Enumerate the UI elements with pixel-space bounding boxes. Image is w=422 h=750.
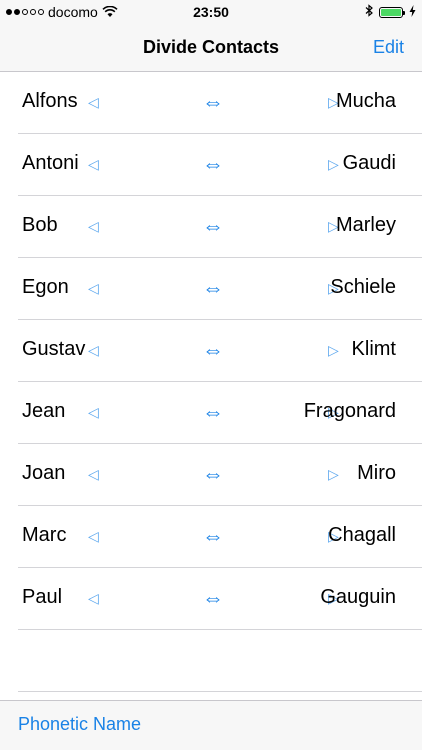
contact-row[interactable]: Bob ◁ ⇔ ▷ Marley <box>18 196 422 258</box>
status-time: 23:50 <box>193 4 229 20</box>
contact-list: Alfons ◁ ⇔ ▷ Mucha Antoni ◁ ⇔ ▷ Gaudi Bob ◁ ⇔ ▷ Marley… <box>0 72 422 692</box>
move-right-arrow-icon[interactable]: ▷ <box>328 342 339 359</box>
contact-row[interactable]: Gustav ◁ ⇔ ▷ Klimt <box>18 320 422 382</box>
status-bar: docomo 23:50 <box>0 0 422 24</box>
battery-fill <box>381 8 401 16</box>
move-left-arrow-icon[interactable]: ◁ <box>88 404 99 421</box>
swap-icon[interactable]: ⇔ <box>202 585 224 611</box>
last-name: Klimt <box>351 338 396 360</box>
bluetooth-icon <box>365 4 373 20</box>
swap-icon[interactable]: ⇔ <box>202 275 224 301</box>
last-name: Marley <box>335 214 396 236</box>
move-left-arrow-icon[interactable]: ◁ <box>88 590 99 607</box>
last-name: Gaudi <box>342 152 396 174</box>
bottom-toolbar: Phonetic Name <box>0 700 422 750</box>
contact-row[interactable]: Paul ◁ ⇔ ▷ Gauguin <box>18 568 422 630</box>
first-name: Antoni <box>22 152 79 174</box>
edit-button[interactable]: Edit <box>373 37 404 58</box>
swap-icon[interactable]: ⇔ <box>202 399 224 425</box>
move-right-arrow-icon[interactable]: ▷ <box>328 466 339 483</box>
first-name: Jean <box>22 400 66 422</box>
contact-row[interactable]: Alfons ◁ ⇔ ▷ Mucha <box>18 72 422 134</box>
charging-icon <box>409 4 416 20</box>
last-name: Miro <box>357 462 396 484</box>
move-left-arrow-icon[interactable]: ◁ <box>88 342 99 359</box>
move-left-arrow-icon[interactable]: ◁ <box>88 280 99 297</box>
swap-icon[interactable]: ⇔ <box>202 89 224 115</box>
navigation-bar: Divide Contacts Edit <box>0 24 422 72</box>
contact-row[interactable]: Joan ◁ ⇔ ▷ Miro <box>18 444 422 506</box>
first-name: Bob <box>22 214 58 236</box>
swap-icon[interactable]: ⇔ <box>202 151 224 177</box>
move-left-arrow-icon[interactable]: ◁ <box>88 94 99 111</box>
swap-icon[interactable]: ⇔ <box>202 461 224 487</box>
swap-icon[interactable]: ⇔ <box>202 337 224 363</box>
phonetic-name-button[interactable]: Phonetic Name <box>18 714 141 735</box>
status-right <box>365 4 416 20</box>
contact-row[interactable]: Marc ◁ ⇔ ▷ Chagall <box>18 506 422 568</box>
first-name: Marc <box>22 524 67 546</box>
battery-tip <box>403 10 405 15</box>
last-name: Gauguin <box>320 586 396 608</box>
first-name: Gustav <box>22 338 86 360</box>
first-name: Alfons <box>22 90 78 112</box>
last-name: Fragonard <box>303 400 396 422</box>
move-left-arrow-icon[interactable]: ◁ <box>88 466 99 483</box>
last-name: Schiele <box>330 276 396 298</box>
contact-row[interactable]: Antoni ◁ ⇔ ▷ Gaudi <box>18 134 422 196</box>
move-left-arrow-icon[interactable]: ◁ <box>88 528 99 545</box>
swap-icon[interactable]: ⇔ <box>202 213 224 239</box>
move-left-arrow-icon[interactable]: ◁ <box>88 218 99 235</box>
last-name: Chagall <box>328 524 396 546</box>
first-name: Paul <box>22 586 63 608</box>
first-name: Joan <box>22 462 66 484</box>
page-title: Divide Contacts <box>142 37 280 57</box>
screen: docomo 23:50 Divide Contacts Edit Alfons… <box>0 0 422 750</box>
contact-row[interactable]: Jean ◁ ⇔ ▷ Fragonard <box>18 382 422 444</box>
contact-row[interactable]: Egon ◁ ⇔ ▷ Schiele <box>18 258 422 320</box>
move-left-arrow-icon[interactable]: ◁ <box>88 156 99 173</box>
move-right-arrow-icon[interactable]: ▷ <box>328 156 339 173</box>
last-name: Mucha <box>335 90 396 112</box>
swap-icon[interactable]: ⇔ <box>202 523 224 549</box>
first-name: Egon <box>22 276 69 298</box>
battery-icon <box>379 6 405 18</box>
empty-row <box>18 630 422 692</box>
